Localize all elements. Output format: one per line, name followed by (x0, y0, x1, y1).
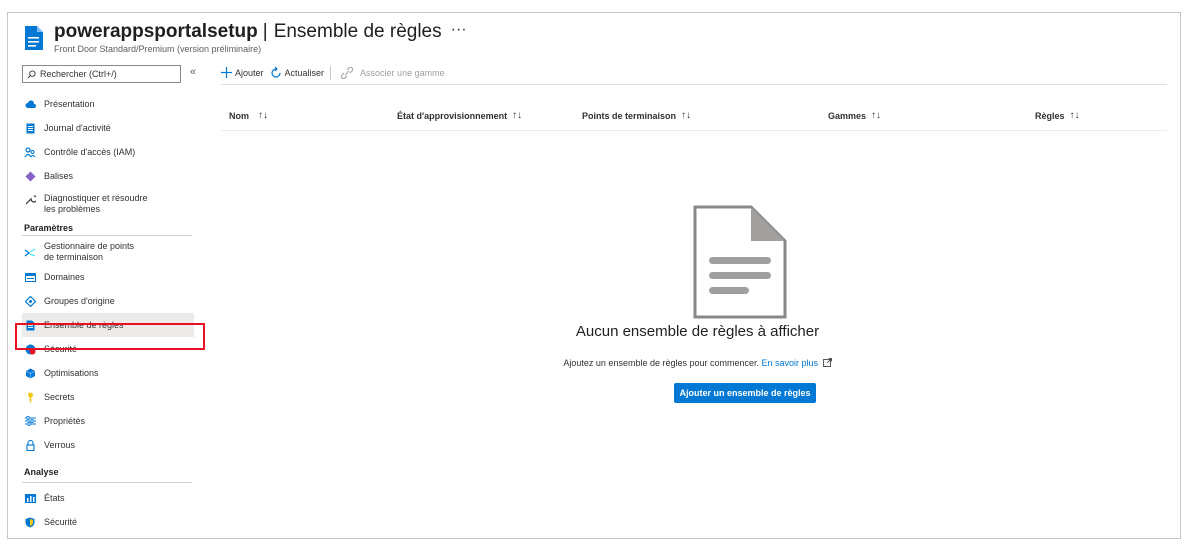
sort-icon: ↑↓ (1069, 110, 1080, 121)
sidebar-search-input[interactable]: Rechercher (Ctrl+/) (22, 65, 181, 83)
lock-icon (24, 439, 36, 451)
sidebar-item-tags[interactable]: Balises (22, 164, 194, 188)
section-analyse: Analyse (22, 461, 192, 483)
collapse-sidebar-icon[interactable]: « (190, 66, 196, 78)
sidebar-item-iam[interactable]: Contrôle d'accès (IAM) (22, 140, 194, 164)
refresh-button[interactable]: Actualiser (270, 66, 324, 79)
sidebar-item-activity-log[interactable]: Journal d'activité (22, 116, 194, 140)
plus-icon (221, 67, 232, 78)
associate-range-button[interactable]: Associer une gamme (341, 66, 445, 79)
properties-icon (24, 415, 36, 427)
key-icon (24, 391, 36, 403)
external-link-icon (822, 358, 832, 367)
title-separator: | (262, 21, 268, 42)
column-ranges[interactable]: Gammes ↑↓ (828, 110, 881, 121)
sort-icon: ↑↓ (258, 110, 268, 121)
log-icon (24, 122, 36, 134)
sidebar-item-domains[interactable]: Domaines (22, 265, 194, 289)
selection-highlight-box (15, 323, 205, 350)
empty-document-icon (693, 205, 787, 319)
origin-groups-icon (24, 295, 36, 307)
empty-state-title: Aucun ensemble de règles à afficher (575, 323, 820, 340)
more-options-icon[interactable]: ··· (451, 21, 467, 39)
portal-frame: powerappsportalsetup | Ensemble de règle… (7, 12, 1181, 539)
toolbar-divider (330, 65, 332, 80)
page-header: powerappsportalsetup | Ensemble de règle… (23, 21, 467, 61)
domains-icon (24, 271, 36, 283)
tag-icon (24, 170, 36, 182)
column-rules[interactable]: Règles ↑↓ (1035, 110, 1080, 121)
column-provisioning-state[interactable]: État d'approvisionnement ↑↓ (397, 110, 522, 121)
sidebar-item-security-analytics[interactable]: Sécurité (22, 510, 194, 534)
sidebar-item-optimizations[interactable]: Optimisations (22, 361, 194, 385)
add-button[interactable]: Ajouter (221, 67, 264, 78)
sidebar-item-reports[interactable]: États (22, 486, 194, 510)
shield-icon (24, 516, 36, 528)
add-ruleset-button[interactable]: Ajouter un ensemble de règles (674, 383, 816, 403)
sidebar-item-origin-groups[interactable]: Groupes d'origine (22, 289, 194, 313)
resource-subtitle: Front Door Standard/Premium (version pré… (54, 44, 262, 54)
page-title: Ensemble de règles (273, 21, 442, 42)
sidebar-item-presentation[interactable]: Présentation (22, 92, 194, 116)
cloud-icon (24, 98, 36, 110)
sort-icon: ↑↓ (681, 110, 692, 121)
command-bar: Ajouter Actualiser Associer une gamme (221, 61, 1167, 85)
resource-name: powerappsportalsetup (54, 21, 258, 42)
column-endpoints[interactable]: Points de terminaison ↑↓ (582, 110, 691, 121)
sidebar-nav: Présentation Journal d'activité Contrôle… (22, 92, 194, 534)
sidebar-item-properties[interactable]: Propriétés (22, 409, 194, 433)
link-icon (341, 66, 354, 79)
search-icon (27, 69, 36, 78)
sort-icon: ↑↓ (512, 110, 523, 121)
column-nom[interactable]: Nom ↑↓ (229, 110, 268, 121)
ruleset-page-icon (25, 26, 43, 50)
sidebar-item-endpoint-manager[interactable]: Gestionnaire de points de terminaison (22, 239, 194, 265)
people-icon (24, 146, 36, 158)
refresh-icon (270, 66, 282, 79)
sort-icon: ↑↓ (871, 110, 882, 121)
empty-state-description: Ajoutez un ensemble de règles pour comme… (221, 358, 1174, 368)
learn-more-link[interactable]: En savoir plus (762, 358, 819, 368)
search-placeholder: Rechercher (Ctrl+/) (40, 69, 117, 79)
wrench-icon (24, 193, 36, 205)
reports-icon (24, 492, 36, 504)
endpoint-icon (24, 246, 36, 258)
cube-icon (24, 367, 36, 379)
sidebar-item-locks[interactable]: Verrous (22, 433, 194, 457)
section-parametres: Paramètres (22, 220, 192, 236)
sidebar-item-diagnose[interactable]: Diagnostiquer et résoudre les problèmes (22, 188, 194, 220)
sidebar-item-secrets[interactable]: Secrets (22, 385, 194, 409)
table-header: Nom ↑↓ État d'approvisionnement ↑↓ Points … (221, 101, 1167, 131)
